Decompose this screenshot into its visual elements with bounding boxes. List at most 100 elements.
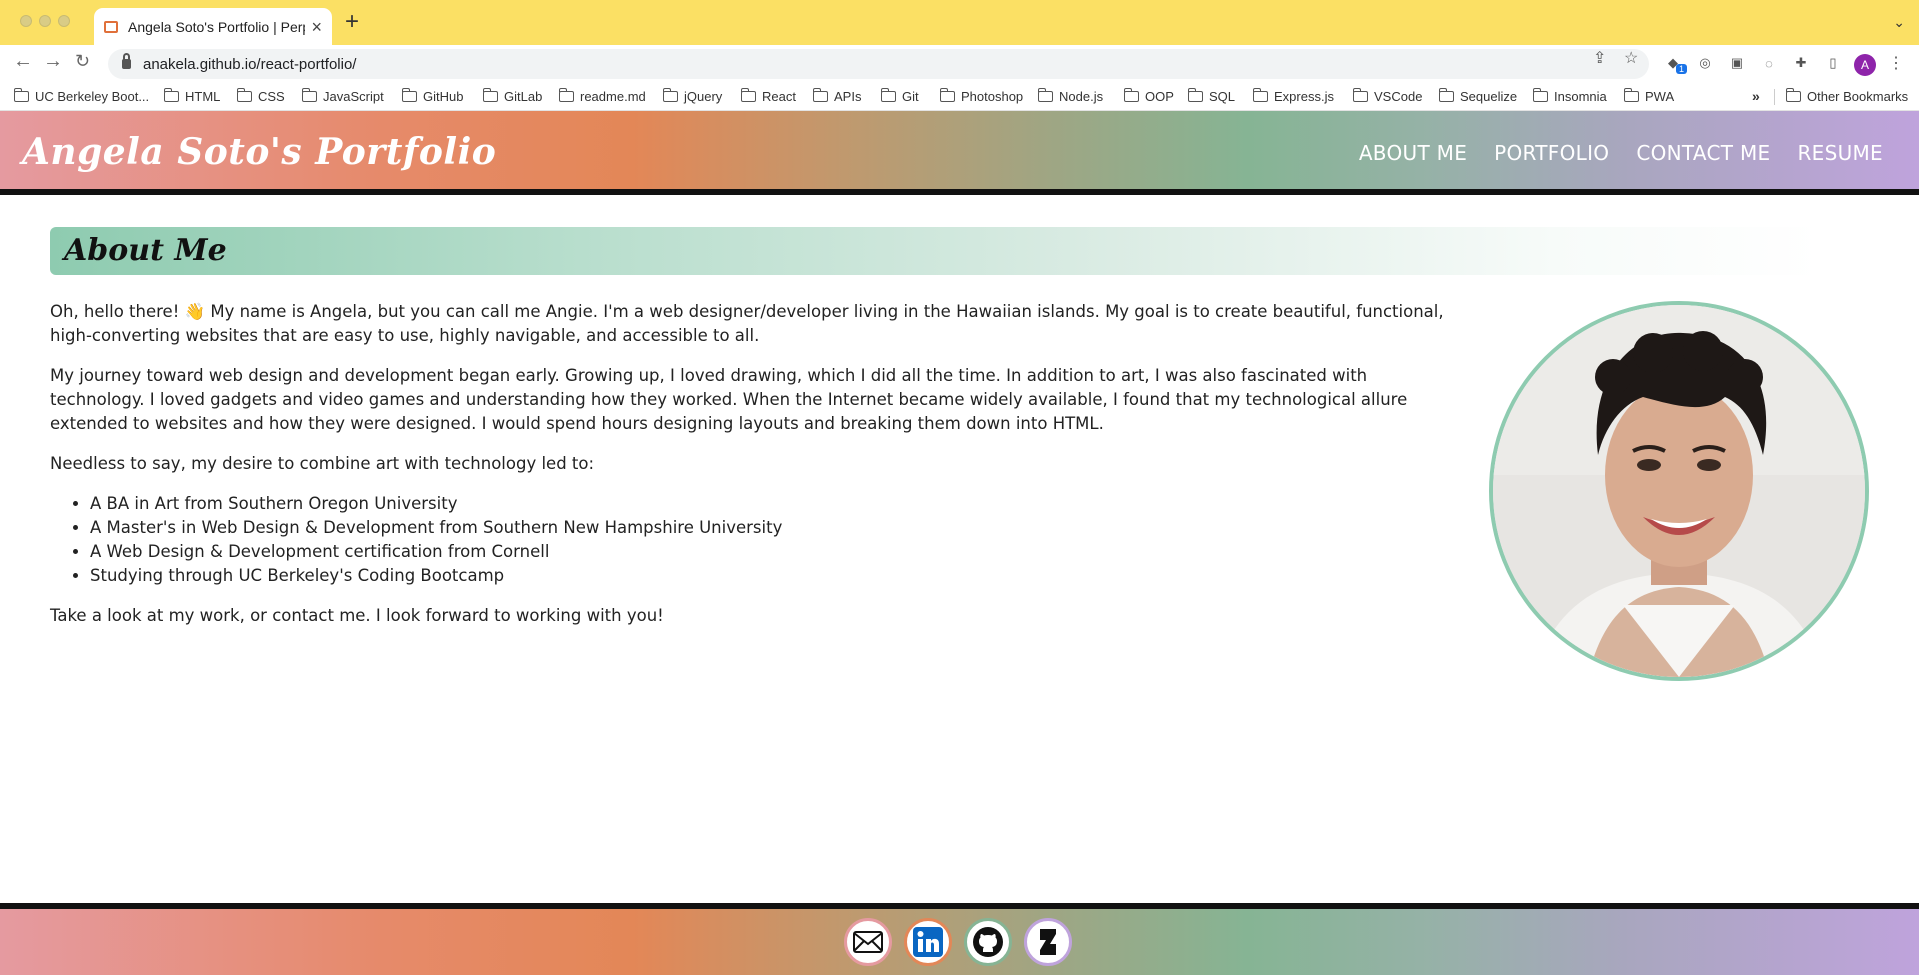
nav-about-me[interactable]: ABOUT ME (1359, 141, 1467, 165)
bookmarks-divider (1774, 89, 1775, 105)
folder-icon (301, 88, 317, 102)
folder-icon (1187, 88, 1203, 102)
list-item: Studying through UC Berkeley's Coding Bo… (90, 564, 1460, 588)
kebab-menu-icon[interactable]: ⋮ (1886, 53, 1906, 73)
bookmark-folder[interactable]: Git (880, 88, 919, 104)
bookmark-folder[interactable]: React (740, 88, 796, 104)
github-link[interactable] (964, 918, 1012, 966)
profile-avatar[interactable]: A (1854, 54, 1876, 76)
about-content: Oh, hello there! 👋 My name is Angela, bu… (50, 300, 1460, 644)
lock-icon (122, 53, 131, 69)
extension-icon[interactable]: ◌ (1759, 53, 1779, 73)
bookmark-folder[interactable]: PWA (1623, 88, 1674, 104)
bookmark-folder[interactable]: OOP (1123, 88, 1174, 104)
tab-title: Angela Soto's Portfolio | Perpe (128, 18, 306, 35)
bookmark-folder[interactable]: Insomnia (1532, 88, 1607, 104)
bookmark-folder[interactable]: Photoshop (939, 88, 1023, 104)
extension-icon[interactable]: ▣ (1727, 53, 1747, 73)
bookmark-folder[interactable]: CSS (236, 88, 285, 104)
address-bar[interactable]: anakela.github.io/react-portfolio/ (108, 49, 1649, 79)
zoom-window-button[interactable] (58, 15, 70, 27)
linkedin-link[interactable] (904, 918, 952, 966)
back-arrow-icon[interactable]: ← (13, 51, 33, 71)
bookmark-folder[interactable]: JavaScript (301, 88, 384, 104)
folder-icon (1785, 88, 1801, 102)
github-icon (973, 927, 1003, 957)
side-panel-icon[interactable]: ▯ (1823, 53, 1843, 73)
site-header: Angela Soto's Portfolio ABOUT ME PORTFOL… (0, 111, 1919, 195)
section-header: About Me (50, 227, 1820, 275)
browser-tab-bar: Angela Soto's Portfolio | Perpe × + ⌄ (0, 0, 1919, 45)
list-item: A Master's in Web Design & Development f… (90, 516, 1460, 540)
folder-icon (1352, 88, 1368, 102)
chevron-down-icon[interactable]: ⌄ (1893, 14, 1905, 31)
laptop-favicon-icon (104, 20, 118, 33)
nav-portfolio[interactable]: PORTFOLIO (1494, 141, 1609, 165)
folder-icon (1252, 88, 1268, 102)
folder-icon (401, 88, 417, 102)
folder-icon (163, 88, 179, 102)
close-window-button[interactable] (20, 15, 32, 27)
folder-icon (1438, 88, 1454, 102)
folder-icon (236, 88, 252, 102)
extension-icon[interactable]: ◎ (1695, 53, 1715, 73)
puzzle-icon[interactable]: ✚ (1791, 53, 1811, 73)
forward-arrow-icon[interactable]: → (43, 51, 63, 71)
bookmark-folder[interactable]: Node.js (1037, 88, 1103, 104)
bookmark-folder[interactable]: VSCode (1352, 88, 1422, 104)
journey-paragraph: My journey toward web design and develop… (50, 366, 1408, 433)
browser-tab[interactable]: Angela Soto's Portfolio | Perpe × (94, 8, 332, 45)
new-tab-button[interactable]: + (345, 10, 359, 34)
folder-icon (482, 88, 498, 102)
more-bookmarks-icon[interactable]: » (1752, 88, 1760, 104)
bookmarks-bar: UC Berkeley Boot... HTML CSS JavaScript … (0, 83, 1919, 111)
folder-icon (1037, 88, 1053, 102)
close-tab-icon[interactable]: × (311, 18, 322, 36)
folder-icon (558, 88, 574, 102)
site-title[interactable]: Angela Soto's Portfolio (22, 131, 496, 173)
bookmark-folder[interactable]: GitHub (401, 88, 463, 104)
browser-toolbar: ← → ↻ anakela.github.io/react-portfolio/… (0, 45, 1919, 83)
folder-icon (1123, 88, 1139, 102)
intro-paragraph: Oh, hello there! 👋 My name is Angela, bu… (50, 302, 1444, 345)
bookmark-folder[interactable]: jQuery (662, 88, 722, 104)
folder-icon (13, 88, 29, 102)
section-title: About Me (64, 233, 227, 268)
folder-icon (880, 88, 896, 102)
bookmark-folder[interactable]: APIs (812, 88, 861, 104)
other-bookmarks-folder[interactable]: Other Bookmarks (1785, 88, 1908, 104)
bookmark-folder[interactable]: Express.js (1252, 88, 1334, 104)
education-intro-paragraph: Needless to say, my desire to combine ar… (50, 454, 595, 473)
bookmark-folder[interactable]: readme.md (558, 88, 646, 104)
bookmark-folder[interactable]: GitLab (482, 88, 542, 104)
folder-icon (740, 88, 756, 102)
linkedin-icon (913, 927, 943, 957)
email-icon (853, 931, 883, 953)
education-list: A BA in Art from Southern Oregon Univers… (90, 492, 1460, 588)
list-item: A Web Design & Development certification… (90, 540, 1460, 564)
url-text: anakela.github.io/react-portfolio/ (143, 55, 357, 73)
bookmark-folder[interactable]: HTML (163, 88, 220, 104)
extension-badge: 1 (1676, 64, 1688, 74)
folder-icon (1532, 88, 1548, 102)
list-item: A BA in Art from Southern Oregon Univers… (90, 492, 1460, 516)
reload-icon[interactable]: ↻ (75, 52, 90, 70)
bookmark-star-icon[interactable]: ☆ (1624, 51, 1638, 67)
minimize-window-button[interactable] (39, 15, 51, 27)
bookmark-folder[interactable]: SQL (1187, 88, 1235, 104)
main-nav: ABOUT ME PORTFOLIO CONTACT ME RESUME (1359, 141, 1883, 165)
deviantart-link[interactable] (1024, 918, 1072, 966)
folder-icon (662, 88, 678, 102)
deviantart-icon (1040, 929, 1056, 955)
folder-icon (1623, 88, 1639, 102)
nav-contact-me[interactable]: CONTACT ME (1636, 141, 1770, 165)
folder-icon (939, 88, 955, 102)
closing-paragraph: Take a look at my work, or contact me. I… (50, 606, 664, 625)
folder-icon (812, 88, 828, 102)
share-icon[interactable]: ⇪ (1593, 51, 1606, 67)
site-footer (0, 903, 1919, 975)
email-link[interactable] (844, 918, 892, 966)
bookmark-folder[interactable]: UC Berkeley Boot... (13, 88, 149, 104)
bookmark-folder[interactable]: Sequelize (1438, 88, 1517, 104)
nav-resume[interactable]: RESUME (1797, 141, 1883, 165)
